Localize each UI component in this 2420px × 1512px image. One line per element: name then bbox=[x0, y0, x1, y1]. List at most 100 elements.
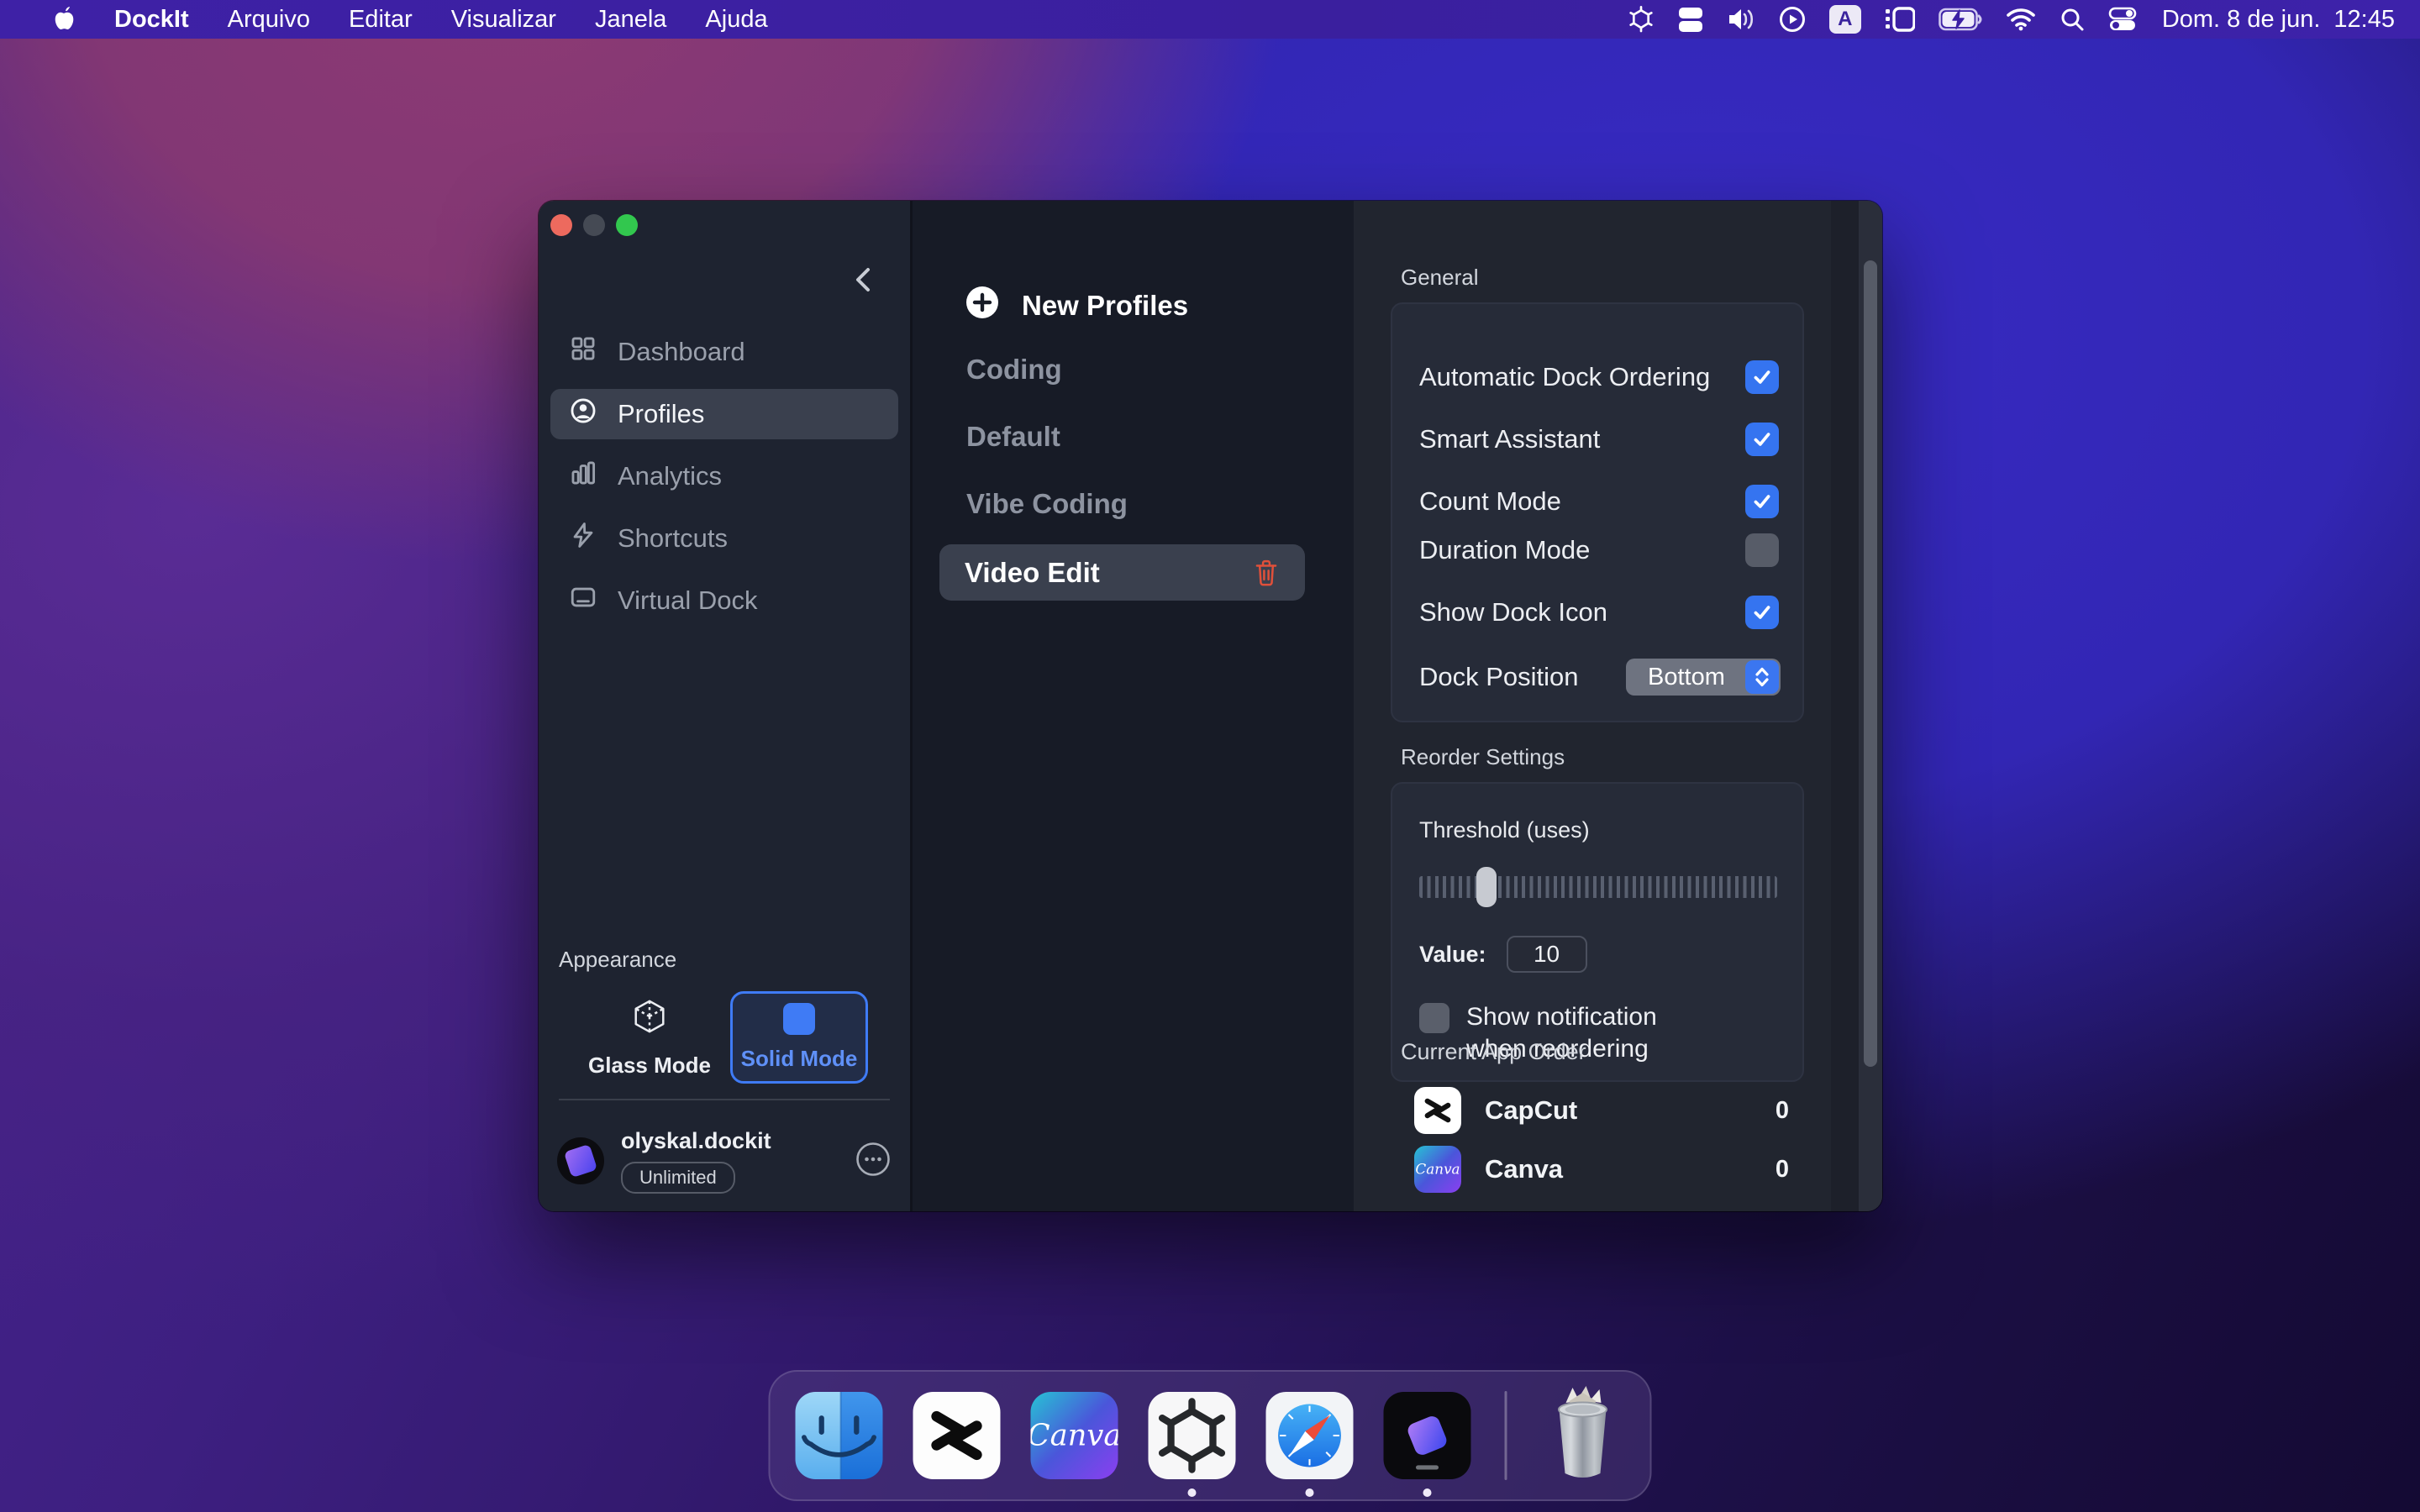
sidebar-item-shortcuts[interactable]: Shortcuts bbox=[550, 513, 898, 564]
dock-divider bbox=[1505, 1391, 1507, 1480]
sidebar-item-label: Virtual Dock bbox=[618, 585, 758, 616]
avatar bbox=[557, 1137, 604, 1184]
input-source-icon[interactable]: A bbox=[1818, 0, 1873, 39]
collapse-sidebar-button[interactable] bbox=[846, 263, 880, 297]
account-name: olyskal.dockit bbox=[621, 1128, 771, 1154]
new-profiles-button[interactable]: New Profiles bbox=[965, 285, 1188, 327]
app-order-row-canva[interactable]: Canva Canva 0 bbox=[1414, 1142, 1802, 1196]
sidebar-item-label: Analytics bbox=[618, 461, 722, 491]
select-chevrons-icon bbox=[1745, 660, 1779, 694]
sidebar-nav: Dashboard Profiles Analytics Shortcuts V… bbox=[550, 327, 898, 626]
duration-mode-checkbox[interactable] bbox=[1745, 533, 1779, 567]
apple-menu-icon[interactable] bbox=[34, 0, 95, 39]
menubar-date[interactable]: Dom. 8 de jun. bbox=[2149, 6, 2329, 34]
threshold-thumb[interactable] bbox=[1476, 867, 1497, 907]
setting-row-smart-assistant: Smart Assistant bbox=[1419, 422, 1791, 457]
dock-trash-icon[interactable] bbox=[1541, 1384, 1625, 1482]
glass-mode-button[interactable]: Glass Mode bbox=[581, 991, 718, 1084]
sidebar-divider bbox=[559, 1099, 890, 1100]
setting-row-count-mode: Count Mode bbox=[1419, 484, 1791, 519]
spotlight-search-icon[interactable] bbox=[2048, 0, 2096, 39]
sidebar-item-dashboard[interactable]: Dashboard bbox=[550, 327, 898, 377]
minimize-button[interactable] bbox=[583, 214, 605, 236]
app-order-row-capcut[interactable]: CapCut 0 bbox=[1414, 1084, 1802, 1137]
sidebar-item-label: Shortcuts bbox=[618, 523, 728, 554]
solid-square-icon bbox=[783, 1003, 815, 1035]
menu-ajuda[interactable]: Ajuda bbox=[686, 0, 786, 39]
menubar-time[interactable]: 12:45 bbox=[2328, 6, 2400, 34]
dock-chatgpt-icon[interactable] bbox=[1149, 1392, 1236, 1479]
dock-finder-icon[interactable] bbox=[796, 1392, 883, 1479]
grid-icon bbox=[569, 334, 597, 370]
delete-profile-button[interactable] bbox=[1253, 559, 1280, 587]
glass-mode-label: Glass Mode bbox=[588, 1053, 711, 1079]
account-row: olyskal.dockit Unlimited bbox=[557, 1128, 892, 1194]
sidebar-item-label: Profiles bbox=[618, 399, 704, 429]
dock-safari-icon[interactable] bbox=[1266, 1392, 1354, 1479]
account-plan-badge: Unlimited bbox=[621, 1162, 735, 1194]
profile-item-label: Video Edit bbox=[965, 557, 1100, 589]
svg-text:Canva: Canva bbox=[1415, 1161, 1460, 1178]
setting-row-automatic-dock-ordering: Automatic Dock Ordering bbox=[1419, 360, 1791, 395]
svg-text:Canva: Canva bbox=[1031, 1418, 1118, 1452]
chatgpt-status-icon[interactable] bbox=[1616, 0, 1666, 39]
desktop: { "menu_bar": { "app_name": "DockIt", "m… bbox=[0, 0, 2420, 1512]
sidebar-item-profiles[interactable]: Profiles bbox=[550, 389, 898, 439]
automatic-dock-ordering-checkbox[interactable] bbox=[1745, 360, 1779, 394]
dock-position-value: Bottom bbox=[1648, 664, 1725, 691]
glass-cube-icon bbox=[630, 997, 669, 1042]
smart-assistant-checkbox[interactable] bbox=[1745, 423, 1779, 456]
dock-canva-icon[interactable]: Canva bbox=[1031, 1392, 1118, 1479]
bar-chart-icon bbox=[569, 459, 597, 494]
menu-editar[interactable]: Editar bbox=[329, 0, 432, 39]
wifi-icon[interactable] bbox=[1994, 0, 2048, 39]
solid-mode-button[interactable]: Solid Mode bbox=[730, 991, 868, 1084]
zoom-button[interactable] bbox=[616, 214, 638, 236]
dock-position-select[interactable]: Bottom bbox=[1626, 659, 1781, 696]
menu-janela[interactable]: Janela bbox=[576, 0, 686, 39]
capcut-use-count: 0 bbox=[1776, 1097, 1802, 1125]
battery-charging-icon[interactable] bbox=[1927, 0, 1994, 39]
stage-manager-icon[interactable] bbox=[1873, 0, 1927, 39]
show-notification-checkbox[interactable] bbox=[1419, 1003, 1449, 1033]
sidebar-item-analytics[interactable]: Analytics bbox=[550, 451, 898, 501]
general-card: Automatic Dock Ordering Smart Assistant … bbox=[1391, 302, 1804, 722]
threshold-value-field[interactable]: 10 bbox=[1507, 936, 1587, 973]
dockit-window: Dashboard Profiles Analytics Shortcuts V… bbox=[539, 201, 1882, 1211]
appearance-title: Appearance bbox=[559, 947, 890, 973]
lightning-icon bbox=[569, 521, 597, 556]
slider-ticks bbox=[1419, 876, 1777, 898]
value-label: Value: bbox=[1419, 942, 1486, 968]
volume-icon[interactable] bbox=[1715, 0, 1767, 39]
dock: Canva bbox=[769, 1370, 1652, 1501]
new-profiles-label: New Profiles bbox=[1022, 290, 1188, 322]
threshold-slider[interactable] bbox=[1419, 867, 1777, 907]
media-play-icon[interactable] bbox=[1767, 0, 1818, 39]
window-manager-icon[interactable] bbox=[1666, 0, 1715, 39]
setting-row-dock-position: Dock Position Bottom bbox=[1419, 659, 1791, 695]
solid-mode-label: Solid Mode bbox=[741, 1046, 858, 1072]
menu-visualizar[interactable]: Visualizar bbox=[432, 0, 576, 39]
reorder-card: Threshold (uses) Value: 10 Show notifica… bbox=[1391, 782, 1804, 1082]
dock-capcut-icon[interactable] bbox=[913, 1392, 1001, 1479]
person-icon bbox=[569, 396, 597, 432]
show-dock-icon-checkbox[interactable] bbox=[1745, 596, 1779, 629]
setting-row-duration-mode: Duration Mode bbox=[1419, 533, 1791, 568]
dock-icon bbox=[569, 583, 597, 618]
close-button[interactable] bbox=[550, 214, 572, 236]
profile-item-vibe-coding[interactable]: Vibe Coding bbox=[966, 488, 1128, 520]
menu-arquivo[interactable]: Arquivo bbox=[208, 0, 329, 39]
count-mode-checkbox[interactable] bbox=[1745, 485, 1779, 518]
profile-item-coding[interactable]: Coding bbox=[966, 354, 1062, 386]
control-center-icon[interactable] bbox=[2096, 0, 2149, 39]
scrollbar-track[interactable] bbox=[1859, 201, 1882, 1211]
account-more-button[interactable] bbox=[855, 1141, 892, 1182]
dock-dockit-icon[interactable] bbox=[1384, 1392, 1471, 1479]
scrollbar-thumb[interactable] bbox=[1864, 260, 1877, 1067]
profile-item-default[interactable]: Default bbox=[966, 421, 1060, 453]
profile-item-video-edit[interactable]: Video Edit bbox=[939, 544, 1305, 601]
traffic-lights bbox=[550, 214, 638, 236]
sidebar-item-virtual-dock[interactable]: Virtual Dock bbox=[550, 575, 898, 626]
menubar-app-name[interactable]: DockIt bbox=[95, 0, 208, 39]
reorder-section-title: Reorder Settings bbox=[1401, 744, 1804, 770]
